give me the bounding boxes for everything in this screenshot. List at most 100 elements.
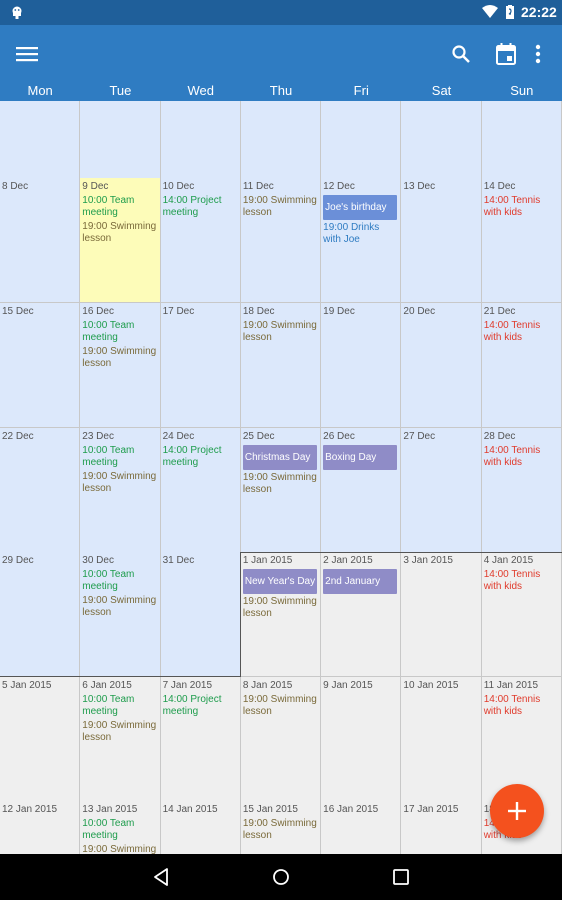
back-icon[interactable] (151, 867, 171, 887)
day-cell[interactable]: 7 Jan 2015 14:00 Project meeting (160, 677, 241, 802)
search-icon[interactable] (451, 44, 471, 64)
calendar-event[interactable]: 14:00 Tennis with kids (484, 694, 559, 718)
day-cell[interactable]: 12 Jan 2015 (0, 801, 81, 854)
calendar-event[interactable]: 19:00 Swimming lesson (243, 472, 318, 496)
calendar-event[interactable]: 19:00 Swimming lesson (82, 221, 157, 245)
calendar-event[interactable]: 14:00 Tennis with kids (484, 569, 559, 593)
day-cell[interactable]: 20 Dec (401, 303, 482, 428)
day-cell[interactable]: 28 Dec 14:00 Tennis with kids (481, 428, 562, 553)
calendar-event[interactable]: 14:00 Project meeting (163, 195, 238, 219)
day-cell[interactable]: 11 Dec 19:00 Swimming lesson (240, 178, 322, 303)
day-cell[interactable]: 21 Dec 14:00 Tennis with kids (481, 303, 562, 428)
calendar-event[interactable]: 19:00 Swimming lesson (82, 471, 157, 495)
day-cell[interactable]: 9 Jan 2015 (321, 677, 402, 802)
home-icon[interactable] (271, 867, 291, 887)
day-date-label: 24 Dec (162, 431, 195, 442)
day-cell[interactable]: 6 Jan 2015 10:00 Team meeting 19:00 Swimmi… (80, 677, 161, 802)
day-date-label: 5 Jan 2015 (2, 680, 52, 691)
day-cell[interactable]: 11 Jan 2015 14:00 Tennis with kids (481, 677, 562, 802)
day-cell[interactable]: 4 Jan 2015 14:00 Tennis with kids (481, 552, 562, 677)
all-day-event[interactable]: Boxing Day (323, 445, 398, 470)
day-cell[interactable]: 2 Jan 2015 2nd January (321, 552, 402, 677)
day-date-label: 27 Dec (403, 431, 436, 442)
day-cell[interactable]: 10 Jan 2015 (401, 677, 482, 802)
android-icon (12, 6, 22, 19)
calendar-event[interactable]: 19:00 Swimming lesson (82, 720, 157, 744)
calendar-event[interactable]: 14:00 Project meeting (163, 445, 238, 469)
day-date-label: 9 Jan 2015 (323, 680, 373, 691)
calendar-event[interactable]: 10:00 Team meeting (82, 569, 157, 593)
day-cell[interactable]: 16 Jan 2015 (321, 801, 402, 854)
add-event-button[interactable] (490, 784, 544, 838)
plus-icon (508, 802, 526, 820)
day-cell[interactable]: 14 Dec 14:00 Tennis with kids (481, 178, 562, 303)
day-date-label: 28 Dec (483, 431, 516, 442)
day-date-label: 21 Dec (483, 306, 516, 317)
day-cell[interactable]: 14 Jan 2015 (160, 801, 241, 854)
day-cell[interactable]: 10 Dec 14:00 Project meeting (160, 178, 241, 303)
all-day-event[interactable]: New Year's Day (242, 569, 318, 594)
calendar-event[interactable]: 10:00 Team meeting (82, 818, 157, 842)
calendar-event[interactable]: 19:00 Drinks with Joe (323, 222, 398, 246)
calendar-event[interactable]: 19:00 Swimming lesson (243, 694, 318, 718)
day-cell[interactable]: 15 Dec (0, 303, 81, 428)
calendar-event[interactable]: 14:00 Tennis with kids (484, 320, 559, 344)
all-day-event[interactable]: Joe's birthday (323, 195, 398, 220)
day-cell[interactable]: 17 Dec (160, 303, 241, 428)
day-cell[interactable]: 9 Dec 10:00 Team meeting 19:00 Swimming le… (80, 178, 161, 303)
day-cell[interactable]: 23 Dec 10:00 Team meeting 19:00 Swimming l… (80, 428, 161, 553)
calendar-event[interactable]: 19:00 Swimming lesson (243, 596, 318, 620)
calendar-event[interactable]: 14:00 Tennis with kids (484, 445, 559, 469)
calendar-event[interactable]: 19:00 Swimming lesson (243, 818, 318, 842)
overflow-icon[interactable] (534, 43, 542, 65)
day-cell[interactable]: 3 Jan 2015 (401, 552, 482, 677)
day-header-mon: Mon (27, 83, 53, 98)
day-date-label: 20 Dec (403, 306, 436, 317)
calendar-event[interactable]: 14:00 Tennis with kids (484, 195, 559, 219)
day-cell[interactable]: 12 Dec Joe's birthday 19:00 Drinks with Jo… (321, 178, 402, 303)
calendar-event[interactable]: 19:00 Swimming lesson (82, 346, 157, 370)
calendar-event[interactable]: 19:00 Swimming lesson (82, 844, 157, 854)
status-time: 22:22 (521, 4, 557, 20)
calendar-event[interactable]: 19:00 Swimming lesson (82, 101, 157, 102)
day-cell[interactable]: 16 Dec 10:00 Team meeting 19:00 Swimming l… (80, 303, 161, 428)
all-day-event[interactable]: 2nd January (323, 569, 398, 594)
day-date-label: 13 Dec (403, 181, 436, 192)
day-cell[interactable]: 13 Dec (401, 178, 482, 303)
day-date-label: 19 Dec (323, 306, 355, 317)
day-cell[interactable]: 8 Jan 2015 19:00 Swimming lesson (240, 677, 322, 802)
day-cell[interactable]: 8 Dec (0, 178, 81, 303)
day-date-label: 8 Dec (2, 181, 29, 192)
day-cell[interactable]: 22 Dec (0, 428, 81, 553)
calendar-event[interactable]: 10:00 Team meeting (82, 445, 157, 469)
recents-icon[interactable] (392, 868, 410, 886)
calendar-event[interactable]: 10:00 Team meeting (82, 195, 157, 219)
day-cell[interactable]: 1 Jan 2015 New Year's Day 19:00 Swimming l… (240, 552, 322, 677)
all-day-event[interactable]: Christmas Day (242, 445, 318, 470)
day-cell[interactable]: 26 Dec Boxing Day (321, 428, 402, 553)
menu-icon[interactable] (16, 45, 38, 63)
day-header-wed: Wed (187, 83, 214, 98)
day-cell[interactable]: 5 Jan 2015 (0, 677, 81, 802)
status-bar: 22:22 (0, 0, 562, 25)
day-cell[interactable]: 24 Dec 14:00 Project meeting (160, 428, 241, 553)
day-cell[interactable]: 18 Dec 19:00 Swimming lesson (240, 303, 322, 428)
day-header-sat: Sat (431, 83, 452, 98)
day-cell[interactable]: 27 Dec (401, 428, 482, 553)
day-cell[interactable]: 19 Dec (321, 303, 402, 428)
day-cell[interactable]: 29 Dec (0, 552, 81, 677)
calendar-icon[interactable] (496, 43, 516, 65)
calendar-event[interactable]: 19:00 Swimming lesson (243, 320, 318, 344)
calendar-event[interactable]: 10:00 Team meeting (82, 320, 157, 344)
day-cell[interactable]: 31 Dec (160, 552, 241, 677)
calendar-event[interactable]: 19:00 Swimming lesson (243, 195, 318, 219)
calendar-event[interactable]: 14:00 Project meeting (163, 694, 238, 718)
day-cell[interactable]: 15 Jan 2015 19:00 Swimming lesson (240, 801, 322, 854)
day-cell[interactable]: 25 Dec Christmas Day 19:00 Swimming lesson (240, 428, 322, 553)
day-cell[interactable]: 17 Jan 2015 (401, 801, 482, 854)
day-cell[interactable]: 13 Jan 2015 10:00 Team meeting 19:00 Swimm… (80, 801, 161, 854)
calendar-event[interactable]: 10:00 Team meeting (82, 694, 157, 718)
day-cell[interactable]: 30 Dec 10:00 Team meeting 19:00 Swimming l… (80, 552, 161, 677)
day-date-label: 29 Dec (2, 555, 34, 566)
calendar-event[interactable]: 19:00 Swimming lesson (82, 595, 157, 619)
